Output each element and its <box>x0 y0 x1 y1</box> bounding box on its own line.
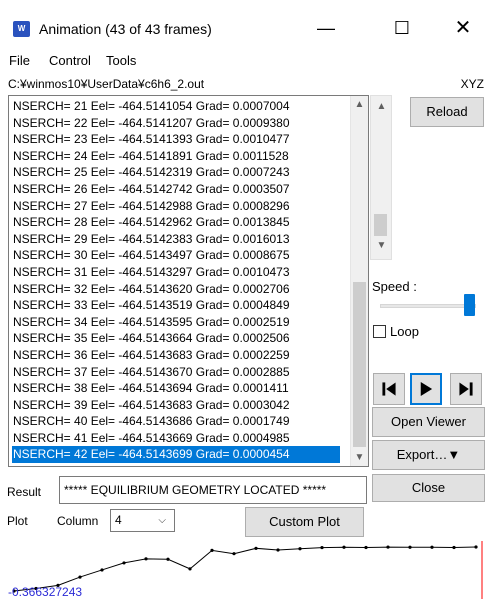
energy-point <box>320 545 324 550</box>
log-line[interactable]: NSERCH= 23 Eel= -464.5141393 Grad= 0.001… <box>12 131 340 148</box>
log-line[interactable]: NSERCH= 42 Eel= -464.5143699 Grad= 0.000… <box>12 446 340 464</box>
frame-scrollbar[interactable]: ▲ ▼ <box>370 95 392 260</box>
log-scrollbar[interactable]: ▲ ▼ <box>350 96 368 466</box>
menu-file[interactable]: File <box>9 53 30 68</box>
energy-point <box>386 545 390 549</box>
energy-point <box>166 557 170 561</box>
log-line[interactable]: NSERCH= 40 Eel= -464.5143686 Grad= 0.000… <box>12 413 340 430</box>
menu-control[interactable]: Control <box>49 53 91 68</box>
log-line[interactable]: NSERCH= 39 Eel= -464.5143683 Grad= 0.000… <box>12 397 340 414</box>
scroll-up-icon[interactable]: ▲ <box>351 96 368 113</box>
menu-tools[interactable]: Tools <box>106 53 136 68</box>
reload-button[interactable]: Reload <box>410 97 484 127</box>
log-line[interactable]: NSERCH= 41 Eel= -464.5143669 Grad= 0.000… <box>12 430 340 447</box>
skip-forward-icon <box>459 382 473 396</box>
speed-label: Speed : <box>372 279 417 294</box>
open-viewer-button[interactable]: Open Viewer <box>372 407 485 437</box>
log-line[interactable]: NSERCH= 27 Eel= -464.5142988 Grad= 0.000… <box>12 198 340 215</box>
log-line[interactable]: NSERCH= 29 Eel= -464.5142383 Grad= 0.001… <box>12 231 340 248</box>
prev-frame-button[interactable] <box>373 373 405 405</box>
menu-bar: File Control Tools <box>0 48 490 72</box>
scroll-down-icon[interactable]: ▼ <box>351 449 368 466</box>
log-line[interactable]: NSERCH= 36 Eel= -464.5143683 Grad= 0.000… <box>12 347 340 364</box>
log-line[interactable]: NSERCH= 35 Eel= -464.5143664 Grad= 0.000… <box>12 330 340 347</box>
file-path-row: C:¥winmos10¥UserData¥c6h6_2.out XYZ <box>0 75 490 93</box>
scroll-thumb[interactable] <box>353 282 366 447</box>
energy-point <box>210 548 214 552</box>
energy-point <box>78 575 82 579</box>
play-icon <box>420 382 433 396</box>
log-line[interactable]: NSERCH= 26 Eel= -464.5142742 Grad= 0.000… <box>12 181 340 198</box>
log-line[interactable]: NSERCH= 34 Eel= -464.5143595 Grad= 0.000… <box>12 314 340 331</box>
skip-back-icon <box>382 382 396 396</box>
log-line[interactable]: NSERCH= 30 Eel= -464.5143497 Grad= 0.000… <box>12 247 340 264</box>
column-label: Column <box>57 514 99 528</box>
energy-point <box>232 552 236 556</box>
animation-app-icon: W <box>13 21 30 37</box>
speed-slider-thumb[interactable] <box>464 294 475 316</box>
energy-point <box>408 545 412 549</box>
log-line[interactable]: NSERCH= 37 Eel= -464.5143670 Grad= 0.000… <box>12 364 340 381</box>
log-line[interactable]: NSERCH= 32 Eel= -464.5143620 Grad= 0.000… <box>12 281 340 298</box>
loop-label: Loop <box>390 324 419 339</box>
energy-point <box>474 545 478 549</box>
energy-point <box>276 548 280 552</box>
file-path: C:¥winmos10¥UserData¥c6h6_2.out <box>8 77 205 91</box>
frame-scroll-down-icon[interactable]: ▼ <box>373 237 390 254</box>
energy-point <box>254 546 258 550</box>
frame-scroll-up-icon[interactable]: ▲ <box>373 98 390 115</box>
custom-plot-button[interactable]: Custom Plot <box>245 507 364 537</box>
log-lines: NSERCH= 21 Eel= -464.5141054 Grad= 0.000… <box>12 98 340 464</box>
energy-point <box>452 545 456 550</box>
energy-point <box>298 547 302 551</box>
log-line[interactable]: NSERCH= 22 Eel= -464.5141207 Grad= 0.000… <box>12 115 340 132</box>
log-line[interactable]: NSERCH= 38 Eel= -464.5143694 Grad= 0.000… <box>12 380 340 397</box>
frame-scroll-thumb[interactable] <box>374 214 387 236</box>
loop-checkbox[interactable] <box>373 325 386 338</box>
log-line[interactable]: NSERCH= 25 Eel= -464.5142319 Grad= 0.000… <box>12 164 340 181</box>
plot-label: Plot <box>7 514 28 528</box>
log-line[interactable]: NSERCH= 28 Eel= -464.5142962 Grad= 0.001… <box>12 214 340 231</box>
energy-point <box>144 557 148 561</box>
close-window-button[interactable]: ✕ <box>440 12 486 44</box>
maximize-button[interactable]: ☐ <box>379 12 425 44</box>
optimization-log-list[interactable]: NSERCH= 21 Eel= -464.5141054 Grad= 0.000… <box>8 95 369 467</box>
energy-point <box>430 545 434 549</box>
export-button[interactable]: Export…▼ <box>372 440 485 470</box>
energy-point <box>122 561 126 565</box>
result-label: Result <box>7 485 42 499</box>
result-field[interactable]: ***** EQUILIBRIUM GEOMETRY LOCATED ***** <box>59 476 367 504</box>
energy-point <box>188 567 192 571</box>
log-line[interactable]: NSERCH= 33 Eel= -464.5143519 Grad= 0.000… <box>12 297 340 314</box>
play-button[interactable] <box>410 373 442 405</box>
energy-line <box>13 546 477 592</box>
speed-slider-track[interactable] <box>380 304 476 308</box>
energy-point <box>364 545 368 550</box>
window-title: Animation (43 of 43 frames) <box>39 21 212 37</box>
column-select[interactable]: 4 ⌵ <box>110 509 175 532</box>
energy-point <box>342 545 346 549</box>
plot-min-value: -0.366327243 <box>8 585 83 599</box>
close-button[interactable]: Close <box>372 474 485 502</box>
log-line[interactable]: NSERCH= 21 Eel= -464.5141054 Grad= 0.000… <box>12 98 340 115</box>
log-line[interactable]: NSERCH= 31 Eel= -464.5143297 Grad= 0.001… <box>12 264 340 281</box>
energy-point <box>100 568 104 572</box>
log-line[interactable]: NSERCH= 24 Eel= -464.5141891 Grad= 0.001… <box>12 148 340 165</box>
title-bar: W Animation (43 of 43 frames) — ☐ ✕ <box>0 0 490 46</box>
column-select-value: 4 <box>115 513 122 527</box>
chevron-down-icon: ⌵ <box>158 515 166 526</box>
minimize-button[interactable]: — <box>303 12 349 44</box>
next-frame-button[interactable] <box>450 373 482 405</box>
coordinate-mode: XYZ <box>460 77 484 91</box>
